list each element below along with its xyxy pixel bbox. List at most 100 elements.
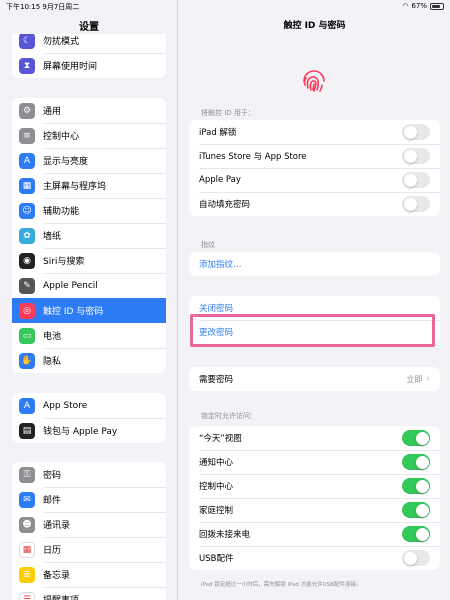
sidebar-group-general: ⚙ 通用 ≡ 控制中心 A 显示与亮度 ▦ 主屏幕与程序坞 ☺ 辅助功能 ✿ 墙纸 ◉ Siri与搜索 ✎ A… [12, 98, 166, 373]
toggle-switch[interactable] [402, 478, 430, 494]
toggle-switch[interactable] [402, 172, 430, 188]
sidebar-item[interactable]: A 显示与亮度 [12, 148, 166, 173]
hand-icon: ✋ [19, 352, 35, 369]
sidebar-item[interactable]: ▤ 钱包与 Apple Pay [12, 418, 166, 443]
battery-icon [430, 2, 444, 10]
battery-icon: ▭ [19, 327, 35, 344]
sidebar-item[interactable]: A App Store [12, 393, 166, 418]
sidebar-item-label: 通用 [43, 107, 62, 117]
sidebar-item-label: 电池 [43, 332, 62, 342]
toggle-switch[interactable] [402, 454, 430, 470]
toggle-switch[interactable] [402, 148, 430, 164]
sidebar-item-label: 主屏幕与程序坞 [43, 182, 107, 192]
sidebar-item-label: Apple Pencil [43, 280, 98, 291]
sidebar-item[interactable]: ✉ 邮件 [12, 487, 166, 512]
toggle-switch[interactable] [402, 430, 430, 446]
sidebar-item[interactable]: ≡ 控制中心 [12, 123, 166, 148]
toggle-label: 自动填充密码 [199, 200, 251, 210]
gear-icon: ⚙ [19, 102, 35, 119]
sidebar-item-label: 勿扰模式 [43, 37, 80, 47]
require-passcode-value: 立即 [406, 374, 423, 384]
toggle-switch[interactable] [402, 502, 430, 518]
fingerprint-icon: ◎ [19, 302, 35, 319]
sidebar-item[interactable]: ✿ 墙纸 [12, 223, 166, 248]
wifi-icon: ◠ [402, 2, 409, 10]
toggle-switch[interactable] [402, 124, 430, 140]
toggle-row: 控制中心 [189, 474, 440, 498]
sidebar-item[interactable]: ✎ Apple Pencil [12, 273, 166, 298]
add-fingerprint-button[interactable]: 添加指纹… [189, 252, 440, 276]
sidebar-item[interactable]: ☰ 提醒事项 [12, 587, 166, 600]
require-passcode-row[interactable]: 需要密码 立即 › [189, 367, 440, 391]
status-time-date: 下午10:15 9月7日周二 [6, 3, 80, 11]
require-passcode-label: 需要密码 [199, 375, 234, 385]
sidebar-item[interactable]: ▭ 电池 [12, 323, 166, 348]
toggle-row: 回拨未接来电 [189, 522, 440, 546]
siri-icon: ◉ [19, 252, 35, 269]
status-right: ◠ 67% [402, 2, 444, 10]
toggle-switch[interactable] [402, 550, 430, 566]
usb-footer-note: iPad 锁定超过一小时后，需先解锁 iPad 才能允许USB配件连接。 [201, 582, 362, 588]
sidebar-group-apps: ⚿ 密码 ✉ 邮件 ☻ 通讯录 ▦ 日历 ≣ 备忘录 ☰ 提醒事项 [12, 462, 166, 600]
sidebar-item-label: 屏幕使用时间 [43, 62, 98, 72]
toggle-row: 通知中心 [189, 450, 440, 474]
sidebar-item[interactable]: ⚙ 通用 [12, 98, 166, 123]
toggle-switch[interactable] [402, 526, 430, 542]
sidebar-title: 设置 [79, 22, 99, 33]
moon-icon: ☾ [19, 32, 35, 49]
sidebar-group-store: A App Store ▤ 钱包与 Apple Pay [12, 393, 166, 443]
toggle-row: 家庭控制 [189, 498, 440, 522]
sidebar-item[interactable]: ✋ 隐私 [12, 348, 166, 373]
chevron-right-icon: › [426, 374, 430, 384]
sidebar-item[interactable]: ▦ 主屏幕与程序坞 [12, 173, 166, 198]
sidebar-item-label: 通讯录 [43, 521, 71, 531]
settings-sidebar[interactable]: 设置 ☾ 勿扰模式 ⧗ 屏幕使用时间 ⚙ 通用 ≡ 控制中心 A 显示与亮度 ▦ 主屏幕与程序坞 ☺ 辅… [0, 0, 178, 600]
wallet-icon: ▤ [19, 422, 35, 439]
require-passcode-card: 需要密码 立即 › [189, 367, 440, 391]
sidebar-item-label: 邮件 [43, 496, 62, 506]
toggle-row: iPad 解锁 [189, 120, 440, 144]
toggle-label: 回拨未接来电 [199, 530, 251, 540]
key-icon: ⚿ [19, 466, 35, 483]
switches-icon: ≡ [19, 127, 35, 144]
toggle-row: Apple Pay [189, 168, 440, 192]
locked-access-card: “今天”视图 通知中心 控制中心 家庭控制 回拨未接来电 USB配件 [189, 426, 440, 570]
touch-id-passcode-panel: 触控 ID 与密码 将触控 ID 用于： iPad 解锁 iTunes Store… [179, 0, 450, 600]
sidebar-item[interactable]: ⚿ 密码 [12, 462, 166, 487]
app-store-icon: A [19, 397, 35, 414]
change-passcode-highlight [190, 314, 435, 347]
battery-percent: 67% [411, 2, 427, 10]
sidebar-item-label: App Store [43, 400, 88, 411]
contacts-icon: ☻ [19, 516, 35, 533]
flower-icon: ✿ [19, 227, 35, 244]
sidebar-item-label: 墙纸 [43, 232, 62, 242]
toggle-row: USB配件 [189, 546, 440, 570]
text-size-icon: A [19, 152, 35, 169]
sidebar-item-label: 隐私 [43, 357, 62, 367]
notes-icon: ≣ [19, 566, 35, 583]
sidebar-item-label: 显示与亮度 [43, 157, 89, 167]
page-title: 触控 ID 与密码 [283, 21, 346, 31]
sidebar-item[interactable]: ◎ 触控 ID 与密码 [12, 298, 166, 323]
touch-id-uses-header: 将触控 ID 用于： [201, 109, 255, 117]
toggle-switch[interactable] [402, 196, 430, 212]
toggle-row: iTunes Store 与 App Store [189, 144, 440, 168]
calendar-icon: ▦ [19, 541, 35, 558]
sidebar-item[interactable]: ▦ 日历 [12, 537, 166, 562]
sidebar-item-label: 提醒事项 [43, 593, 79, 600]
sidebar-item[interactable]: ≣ 备忘录 [12, 562, 166, 587]
sidebar-item-label: 备忘录 [43, 571, 71, 581]
sidebar-item-label: 触控 ID 与密码 [43, 307, 104, 317]
sidebar-item[interactable]: ☻ 通讯录 [12, 512, 166, 537]
fingerprint-icon [303, 70, 325, 92]
pencil-icon: ✎ [19, 277, 35, 294]
sidebar-item[interactable]: ☺ 辅助功能 [12, 198, 166, 223]
sidebar-item[interactable]: ⧗ 屏幕使用时间 [12, 53, 166, 78]
sidebar-item[interactable]: ◉ Siri与搜索 [12, 248, 166, 273]
status-bar: 下午10:15 9月7日周二 ◠ 67% [0, 0, 450, 12]
hourglass-icon: ⧗ [19, 57, 35, 74]
sidebar-item-label: 钱包与 Apple Pay [43, 427, 118, 437]
sidebar-item-label: Siri与搜索 [43, 257, 85, 267]
sidebar-item-label: 密码 [43, 471, 62, 481]
reminders-icon: ☰ [19, 591, 35, 600]
